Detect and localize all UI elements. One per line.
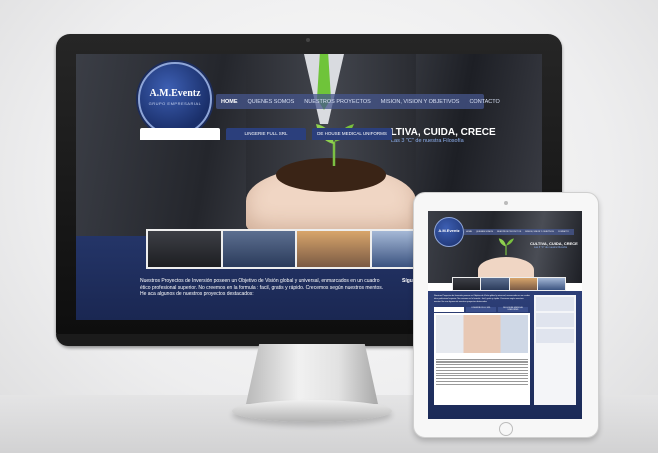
sprout-icon <box>316 124 354 166</box>
carousel-image[interactable] <box>222 231 295 267</box>
tablet-tab-2[interactable]: LINGERIE FULL SRL <box>466 307 496 312</box>
nav-item-contacto[interactable]: CONTACTO <box>464 99 504 105</box>
nav-item-quienes-somos[interactable]: QUIENES SOMOS <box>243 99 300 105</box>
sidebar-widget <box>536 329 574 343</box>
project-ad-image[interactable] <box>436 315 528 353</box>
tablet-sidebar <box>534 295 576 405</box>
tablet-nav-quienes[interactable]: QUIENES SOMOS <box>474 231 495 233</box>
tablet-carousel-image[interactable] <box>537 278 565 290</box>
tablet-sprout-icon <box>498 238 514 256</box>
brand-name: A.M.Eventz <box>149 88 201 99</box>
image-carousel <box>146 229 446 269</box>
hero-subline: Las 3 "C" de nuestra Filosofía <box>391 138 464 144</box>
tablet-camera <box>504 201 508 205</box>
home-button[interactable] <box>499 422 513 436</box>
tablet-intro-text: Nuestros Proyectos de Inversión poseen u… <box>434 295 530 303</box>
tablet-project-card <box>434 313 530 405</box>
tablet-nav-home[interactable]: HOME <box>464 231 474 233</box>
sidebar-widget <box>536 297 574 311</box>
project-tab-2[interactable]: LINGERIE FULL SRL <box>226 128 306 140</box>
brand-subtitle: GRUPO EMPRESARIAL <box>148 101 202 106</box>
hero-headline: CULTIVA, CUIDA, CRECE <box>376 127 496 138</box>
tablet-device: A.M.Eventz HOME QUIENES SOMOS NUESTROS P… <box>413 192 599 438</box>
main-nav: HOME QUIENES SOMOS NUESTROS PROYECTOS MI… <box>216 94 500 109</box>
nav-item-proyectos[interactable]: NUESTROS PROYECTOS <box>299 99 376 105</box>
nav-item-mision[interactable]: MISION, VISION Y OBJETIVOS <box>376 99 465 105</box>
tablet-carousel-image[interactable] <box>509 278 537 290</box>
tablet-carousel-image[interactable] <box>453 278 481 290</box>
project-description <box>436 357 528 386</box>
intro-text: Nuestros Proyectos de Inversión poseen u… <box>140 278 384 297</box>
tablet-tab-3[interactable]: DE HOUSE MEDICAL UNIFORMS <box>498 307 528 312</box>
project-tab-1[interactable] <box>140 128 220 140</box>
sidebar-widget <box>536 313 574 327</box>
monitor-stand <box>246 344 378 404</box>
tablet-brand-logo[interactable]: A.M.Eventz <box>434 217 464 247</box>
tablet-brand-name: A.M.Eventz <box>438 228 460 233</box>
tablet-subline: Las 3 "C" de nuestra Filosofía <box>534 246 568 249</box>
monitor-base <box>232 400 392 422</box>
tablet-nav: HOME QUIENES SOMOS NUESTROS PROYECTOS MI… <box>464 229 574 235</box>
carousel-image[interactable] <box>148 231 221 267</box>
camera <box>306 38 310 42</box>
tablet-nav-mision[interactable]: MISION, VISION Y OBJETIVOS <box>523 231 556 233</box>
tablet-screen: A.M.Eventz HOME QUIENES SOMOS NUESTROS P… <box>428 211 582 419</box>
project-tab-3[interactable]: DE HOUSE MEDICAL UNIFORMS <box>312 128 392 140</box>
tablet-content: Nuestros Proyectos de Inversión poseen u… <box>428 291 582 419</box>
tablet-nav-contacto[interactable]: CONTACTO <box>556 231 571 233</box>
tablet-hero: A.M.Eventz HOME QUIENES SOMOS NUESTROS P… <box>428 211 582 283</box>
nav-item-home[interactable]: HOME <box>216 99 243 105</box>
tablet-carousel <box>452 277 566 291</box>
tablet-nav-proyectos[interactable]: NUESTROS PROYECTOS <box>495 231 523 233</box>
carousel-image[interactable] <box>297 231 370 267</box>
brand-logo[interactable]: A.M.Eventz GRUPO EMPRESARIAL <box>138 62 212 136</box>
tablet-carousel-image[interactable] <box>481 278 509 290</box>
tablet-tabs: LINGERIE FULL SRL DE HOUSE MEDICAL UNIFO… <box>434 307 528 312</box>
tablet-tab-1[interactable] <box>434 307 464 312</box>
